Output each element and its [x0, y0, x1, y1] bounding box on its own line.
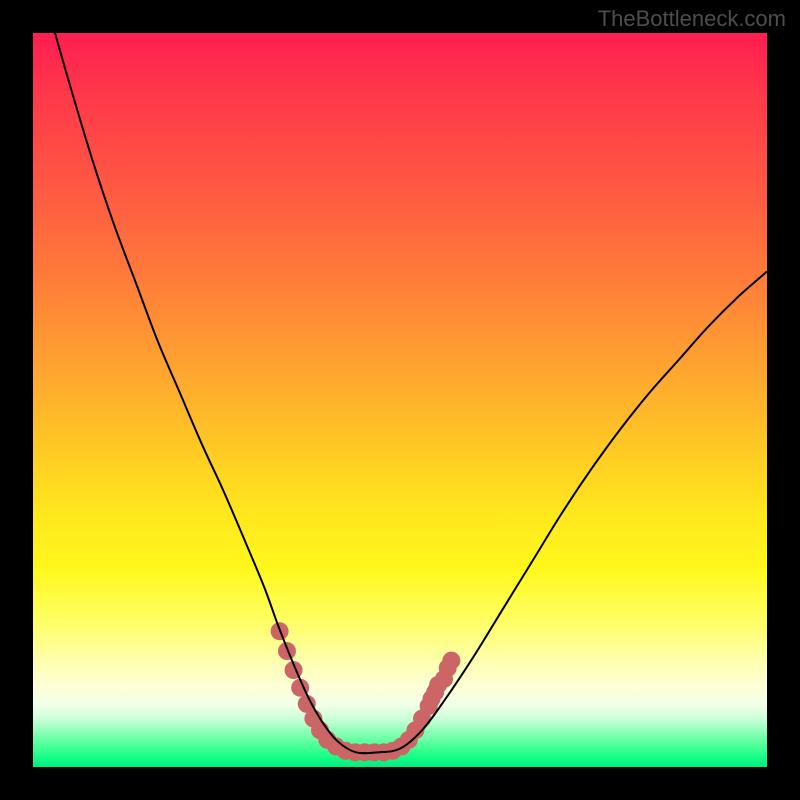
marker-cluster	[271, 622, 461, 761]
bottleneck-curve	[55, 33, 767, 753]
watermark-text: TheBottleneck.com	[598, 6, 786, 32]
outer-frame: TheBottleneck.com	[0, 0, 800, 800]
plot-area	[33, 33, 767, 767]
marker-dot	[442, 652, 460, 670]
chart-svg	[33, 33, 767, 767]
marker-dot	[278, 642, 296, 660]
